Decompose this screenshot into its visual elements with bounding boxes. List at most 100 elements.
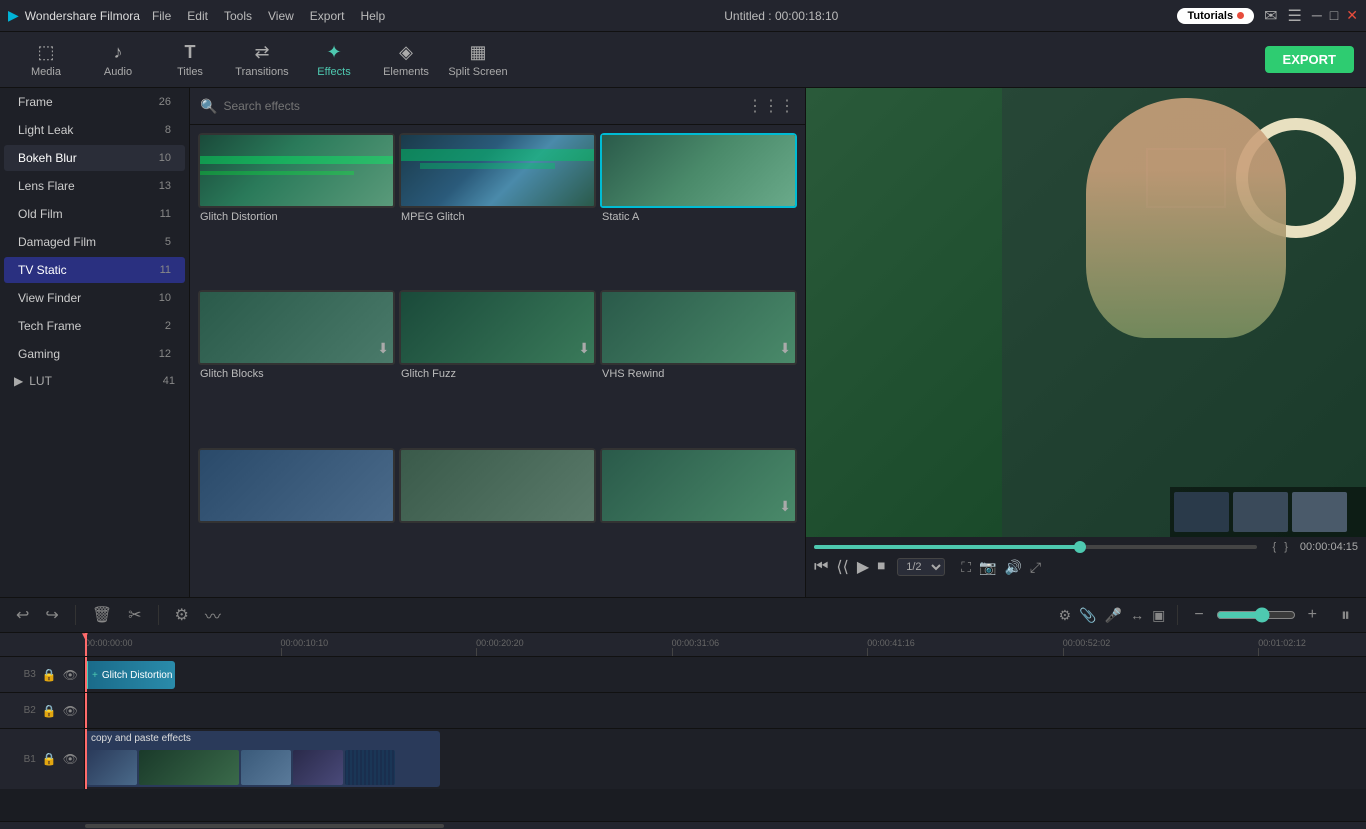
toolbar-elements[interactable]: ◈ Elements: [372, 36, 440, 84]
effect-glitch-distortion[interactable]: Glitch Distortion: [198, 133, 395, 286]
track-b3: B3 🔒 👁 + Glitch Distortion: [0, 657, 1366, 693]
frame-back-button[interactable]: ⟨⟨: [836, 557, 848, 577]
tutorials-button[interactable]: Tutorials: [1177, 8, 1254, 24]
window-title: Untitled : 00:00:18:10: [724, 9, 838, 23]
clip-icon[interactable]: 📎: [1079, 607, 1096, 624]
eye-icon-b1[interactable]: 👁: [63, 752, 78, 766]
sidebar-item-lens-flare[interactable]: Lens Flare 13: [4, 173, 185, 199]
grid-view-icon[interactable]: ⋮⋮⋮: [747, 96, 795, 116]
effect-clip-glitch-distortion[interactable]: + Glitch Distortion: [85, 661, 175, 689]
media-icon: ⬚: [37, 42, 54, 63]
timeline-ruler: 00:00:00:00 00:00:10:10 00:00:20:20 00:0…: [0, 633, 1366, 657]
effect-vhs-rewind[interactable]: ⬇ VHS Rewind: [600, 290, 797, 443]
sidebar-item-view-finder[interactable]: View Finder 10: [4, 285, 185, 311]
search-icon: 🔍: [200, 98, 217, 115]
delete-button[interactable]: 🗑: [88, 603, 116, 627]
audio-settings-button[interactable]: ⚙: [171, 603, 193, 627]
skip-back-button[interactable]: ⏮: [814, 558, 828, 576]
menu-file[interactable]: File: [152, 9, 171, 23]
effect-row3c[interactable]: ⬇: [600, 448, 797, 589]
video-clip[interactable]: copy and paste effects: [85, 731, 440, 787]
toolbar-split-screen[interactable]: ▦ Split Screen: [444, 36, 512, 84]
sidebar-item-damaged-film[interactable]: Damaged Film 5: [4, 229, 185, 255]
sidebar-item-frame[interactable]: Frame 26: [4, 89, 185, 115]
fit-icon[interactable]: ▣: [1152, 607, 1165, 624]
transform-icon[interactable]: ↔: [1130, 607, 1144, 624]
sidebar-item-bokeh-blur[interactable]: Bokeh Blur 10: [4, 145, 185, 171]
separator-2: [158, 605, 159, 625]
pause-indicator[interactable]: ⏸: [1337, 603, 1354, 628]
screenshot-icon[interactable]: 📷: [979, 559, 996, 576]
sidebar-item-tech-frame[interactable]: Tech Frame 2: [4, 313, 185, 339]
ruler-mark-3: 00:00:31:06: [672, 638, 720, 656]
stop-button[interactable]: ⏹: [877, 558, 885, 576]
sidebar-item-old-film[interactable]: Old Film 11: [4, 201, 185, 227]
ruler-mark-4: 00:00:41:16: [867, 638, 915, 656]
zoom-slider[interactable]: [1216, 607, 1296, 623]
menu-bar: File Edit Tools View Export Help: [152, 9, 385, 23]
cut-button[interactable]: ✂: [124, 603, 145, 627]
progress-bar[interactable]: [814, 545, 1257, 549]
toolbar-effects[interactable]: ✦ Effects: [300, 36, 368, 84]
undo-button[interactable]: ↩: [12, 603, 33, 627]
menu-export[interactable]: Export: [310, 9, 345, 23]
fullscreen-icon[interactable]: ⛶: [961, 559, 971, 576]
quality-select[interactable]: 1/2 1/4 Full: [897, 558, 945, 576]
current-time-display: 00:00:04:15: [1300, 541, 1358, 553]
mail-icon[interactable]: ✉: [1264, 6, 1277, 26]
waveform-button[interactable]: 〰: [201, 601, 225, 629]
eye-icon-b3[interactable]: 👁: [63, 668, 78, 682]
toolbar-media[interactable]: ⬚ Media: [12, 36, 80, 84]
ruler-mark-1: 00:00:10:10: [281, 638, 329, 656]
progress-bar-container: { } 00:00:04:15: [814, 541, 1358, 553]
scrollbar-thumb[interactable]: [85, 824, 444, 828]
audio-icon: ♪: [114, 42, 123, 63]
sidebar-group-lut[interactable]: ▶ LUT 41: [0, 368, 189, 394]
menu-tools[interactable]: Tools: [224, 9, 252, 23]
app-logo: ▶ Wondershare Filmora: [8, 7, 140, 24]
titles-icon: T: [185, 42, 196, 63]
mic-icon[interactable]: 🎤: [1105, 607, 1122, 624]
settings-icon[interactable]: ⤢: [1030, 559, 1041, 576]
effect-glitch-blocks[interactable]: ⬇ Glitch Blocks: [198, 290, 395, 443]
green-screen-bg: [806, 88, 1002, 537]
eye-icon-b2[interactable]: 👁: [63, 704, 78, 718]
play-button[interactable]: ▶: [857, 557, 869, 577]
zoom-out-button[interactable]: −: [1190, 604, 1207, 626]
close-button[interactable]: ✕: [1346, 7, 1358, 24]
timeline-scrollbar[interactable]: [0, 821, 1366, 829]
export-button[interactable]: EXPORT: [1265, 46, 1354, 73]
maximize-button[interactable]: □: [1330, 7, 1338, 24]
sidebar-item-gaming[interactable]: Gaming 12: [4, 341, 185, 367]
transitions-icon: ⇄: [254, 42, 269, 63]
menu-help[interactable]: Help: [360, 9, 385, 23]
toolbar-audio[interactable]: ♪ Audio: [84, 36, 152, 84]
zoom-in-button[interactable]: +: [1304, 604, 1321, 626]
hamburger-icon[interactable]: ☰: [1288, 6, 1302, 26]
lock-icon-b3[interactable]: 🔒: [42, 668, 57, 682]
effect-row3a[interactable]: [198, 448, 395, 589]
timeline-playhead: [85, 633, 87, 656]
sidebar-item-tv-static[interactable]: TV Static 11: [4, 257, 185, 283]
toolbar-titles[interactable]: T Titles: [156, 36, 224, 84]
minimize-button[interactable]: ─: [1312, 7, 1322, 24]
app-name: Wondershare Filmora: [25, 9, 140, 23]
menu-edit[interactable]: Edit: [187, 9, 208, 23]
toolbar-transitions[interactable]: ⇄ Transitions: [228, 36, 296, 84]
render-icon[interactable]: ⚙: [1059, 607, 1072, 624]
track-b1-header: B1 🔒 👁: [0, 729, 85, 789]
effect-mpeg-glitch[interactable]: MPEG Glitch: [399, 133, 596, 286]
sidebar-item-light-leak[interactable]: Light Leak 8: [4, 117, 185, 143]
redo-button[interactable]: ↪: [41, 603, 62, 627]
chevron-right-icon: ▶: [14, 374, 23, 388]
lock-icon-b1[interactable]: 🔒: [42, 752, 57, 766]
quality-display: 1/2 1/4 Full: [897, 558, 945, 576]
lock-icon-b2[interactable]: 🔒: [42, 704, 57, 718]
effect-row3b[interactable]: [399, 448, 596, 589]
track-b1: B1 🔒 👁 copy and paste effects: [0, 729, 1366, 789]
effect-glitch-fuzz[interactable]: ⬇ Glitch Fuzz: [399, 290, 596, 443]
menu-view[interactable]: View: [268, 9, 294, 23]
effect-static-a[interactable]: Static A: [600, 133, 797, 286]
search-input[interactable]: [223, 99, 741, 113]
volume-icon[interactable]: 🔊: [1004, 559, 1021, 576]
